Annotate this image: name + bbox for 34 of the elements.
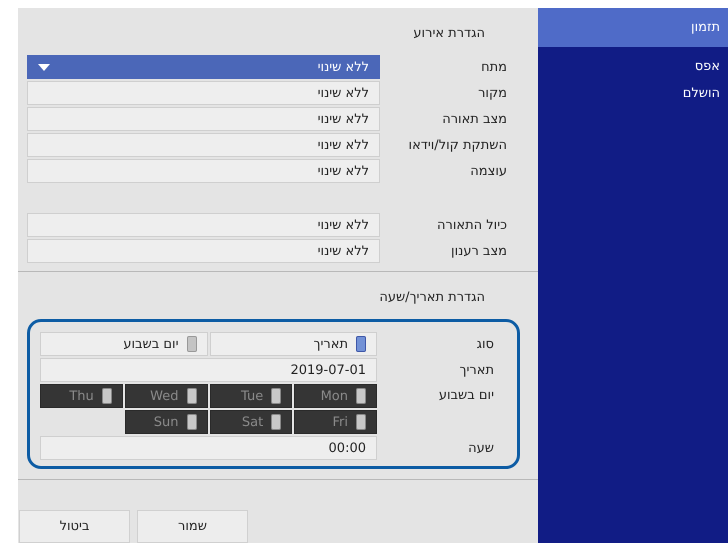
dropdown-field[interactable]: ללא שינוי [27, 239, 380, 263]
date-field[interactable]: 2019-07-01 [40, 358, 377, 382]
radio-indicator[interactable] [356, 336, 366, 352]
field-label: סוג [476, 336, 495, 354]
option-label: תאריך [314, 336, 348, 352]
action-button[interactable]: שמור [137, 510, 248, 543]
sidebar-item[interactable]: תזמון [538, 8, 728, 47]
field-label: מתח [480, 58, 508, 76]
field-label: כיול התאורה [436, 216, 508, 234]
dropdown-field[interactable]: ללא שינוי [27, 81, 380, 105]
radio-option[interactable]: תאריך [210, 332, 377, 356]
option-label: יום בשבוע [123, 336, 178, 352]
dropdown-field[interactable]: ללא שינוי [27, 213, 380, 237]
section-title: הגדרת אירוע [412, 25, 486, 43]
field-label: מקור [477, 84, 508, 102]
dropdown-field[interactable]: ללא שינוי [27, 133, 380, 157]
field-label: תאריך [458, 362, 495, 380]
dropdown-field[interactable]: ללא שינוי [27, 107, 380, 131]
field-label: שעה [467, 440, 495, 458]
field-label: עוצמה [469, 162, 508, 180]
radio-indicator[interactable] [186, 336, 196, 352]
field-label: יום בשבוע [438, 387, 495, 405]
section-title: הגדרת תאריך/שעה [378, 289, 486, 307]
sidebar-item[interactable]: אפס [538, 53, 728, 80]
field-label: מצב רענון [450, 242, 508, 260]
sidebar-item[interactable]: הושלם [538, 80, 728, 107]
dropdown-field[interactable]: ללא שינוי [27, 159, 380, 183]
caret-icon [38, 64, 50, 70]
time-field[interactable]: 00:00 [40, 436, 377, 460]
dropdown-field[interactable]: ללא שינוי [27, 55, 380, 79]
field-label: מצב תאורה [441, 110, 508, 128]
field-label: השתקת קול/וידאו [408, 136, 508, 154]
action-button[interactable]: ביטול [19, 510, 130, 543]
radio-option[interactable]: יום בשבוע [40, 332, 208, 356]
